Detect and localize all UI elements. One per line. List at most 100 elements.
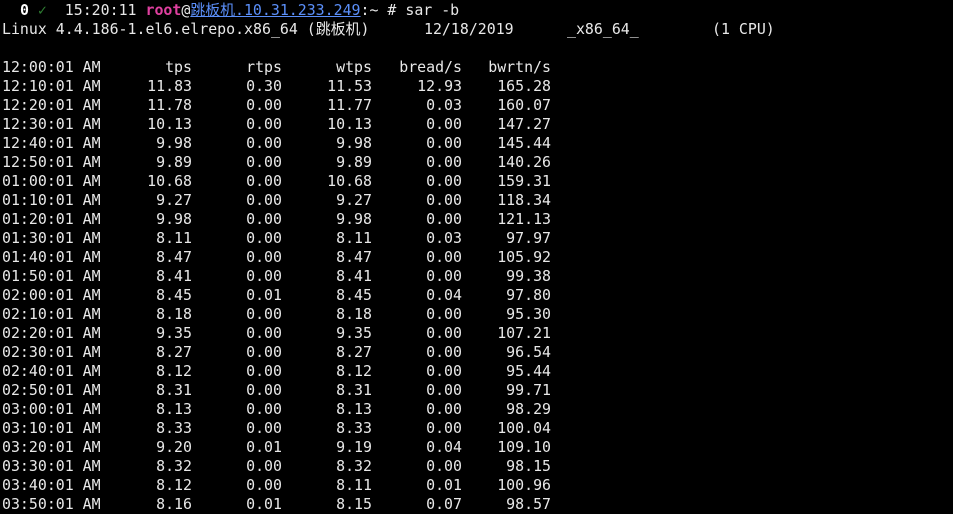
cell-bread: 0.03 (426, 96, 462, 114)
table-row: 12:40:01 AM 9.98 0.00 9.98 0.00 145.44 (2, 134, 953, 153)
cell-tps: 8.12 (156, 362, 192, 380)
cell-bwrtn: 99.38 (506, 267, 551, 285)
cell-wtps: 8.11 (336, 476, 372, 494)
cell-tps: 8.27 (156, 343, 192, 361)
cell-bwrtn: 98.29 (506, 400, 551, 418)
cell-rtps: 0.00 (246, 134, 282, 152)
cell-wtps: 8.47 (336, 248, 372, 266)
table-row: 02:30:01 AM 8.27 0.00 8.27 0.00 96.54 (2, 343, 953, 362)
cell-rtps: 0.00 (246, 305, 282, 323)
cell-rtps: 0.00 (246, 115, 282, 133)
cell-tps: 8.31 (156, 381, 192, 399)
cell-wtps: 10.68 (327, 172, 372, 190)
cell-time: 01:30:01 AM (2, 229, 101, 247)
cell-wtps: 10.13 (327, 115, 372, 133)
cell-tps: 9.35 (156, 324, 192, 342)
table-row: 12:20:01 AM 11.78 0.00 11.77 0.03 160.07 (2, 96, 953, 115)
cell-bwrtn: 121.13 (497, 210, 551, 228)
cell-tps: 11.83 (147, 77, 192, 95)
table-row: 02:50:01 AM 8.31 0.00 8.31 0.00 99.71 (2, 381, 953, 400)
cell-time: 02:40:01 AM (2, 362, 101, 380)
cell-bwrtn: 95.30 (506, 305, 551, 323)
cell-time: 12:50:01 AM (2, 153, 101, 171)
table-row: 12:10:01 AM 11.83 0.30 11.53 12.93 165.28 (2, 77, 953, 96)
cell-bread: 0.00 (426, 172, 462, 190)
cell-tps: 8.13 (156, 400, 192, 418)
cell-rtps: 0.00 (246, 96, 282, 114)
cell-rtps: 0.00 (246, 248, 282, 266)
prompt-user: root (145, 1, 182, 19)
table-row: 03:10:01 AM 8.33 0.00 8.33 0.00 100.04 (2, 419, 953, 438)
cell-bwrtn: 96.54 (506, 343, 551, 361)
cell-tps: 8.41 (156, 267, 192, 285)
cell-wtps: 11.77 (327, 96, 372, 114)
cell-rtps: 0.01 (246, 438, 282, 456)
cell-bread: 0.00 (426, 191, 462, 209)
cell-rtps: 0.00 (246, 343, 282, 361)
cell-bwrtn: 109.10 (497, 438, 551, 456)
cell-tps: 8.32 (156, 457, 192, 475)
header-bwrtn: bwrtn/s (488, 58, 551, 76)
cell-rtps: 0.00 (246, 457, 282, 475)
table-row: 01:50:01 AM 8.41 0.00 8.41 0.00 99.38 (2, 267, 953, 286)
cell-bwrtn: 147.27 (497, 115, 551, 133)
check-icon: ✓ (37, 1, 47, 19)
cell-time: 12:30:01 AM (2, 115, 101, 133)
cell-time: 03:10:01 AM (2, 419, 101, 437)
cell-tps: 11.78 (147, 96, 192, 114)
cell-wtps: 8.12 (336, 362, 372, 380)
system-info-line: Linux 4.4.186-1.el6.elrepo.x86_64 (跳板机) 1… (2, 20, 953, 39)
prompt-symbol: # (387, 1, 397, 19)
cell-bread: 0.00 (426, 343, 462, 361)
cell-bwrtn: 160.07 (497, 96, 551, 114)
cell-wtps: 9.98 (336, 210, 372, 228)
kernel-info: Linux 4.4.186-1.el6.elrepo.x86_64 (跳板机) (2, 20, 370, 38)
cell-time: 01:10:01 AM (2, 191, 101, 209)
cell-bread: 0.01 (426, 476, 462, 494)
cell-time: 03:30:01 AM (2, 457, 101, 475)
table-header: 12:00:01 AM tps rtps wtps bread/s bwrtn/s (2, 58, 953, 77)
cell-rtps: 0.00 (246, 153, 282, 171)
cell-bread: 0.00 (426, 324, 462, 342)
cell-time: 02:50:01 AM (2, 381, 101, 399)
cell-rtps: 0.00 (246, 381, 282, 399)
cell-bwrtn: 97.80 (506, 286, 551, 304)
cell-bread: 0.00 (426, 267, 462, 285)
terminal-window[interactable]: 0 ✓ 15:20:11 root@跳板机.10.31.233.249:~ # … (2, 1, 953, 513)
cell-tps: 8.45 (156, 286, 192, 304)
cell-time: 12:10:01 AM (2, 77, 101, 95)
cell-wtps: 9.27 (336, 191, 372, 209)
table-row: 12:50:01 AM 9.89 0.00 9.89 0.00 140.26 (2, 153, 953, 172)
cell-bwrtn: 98.15 (506, 457, 551, 475)
cell-bwrtn: 100.04 (497, 419, 551, 437)
cell-bread: 0.00 (426, 419, 462, 437)
cell-time: 01:20:01 AM (2, 210, 101, 228)
cell-time: 01:50:01 AM (2, 267, 101, 285)
cell-tps: 8.33 (156, 419, 192, 437)
cell-wtps: 8.32 (336, 457, 372, 475)
cell-time: 03:20:01 AM (2, 438, 101, 456)
cell-time: 01:40:01 AM (2, 248, 101, 266)
prompt-path: :~ (360, 1, 379, 19)
arch-info: _x86_64_ (567, 20, 639, 38)
cell-wtps: 8.27 (336, 343, 372, 361)
cell-time: 03:40:01 AM (2, 476, 101, 494)
cell-time: 02:20:01 AM (2, 324, 101, 342)
cell-bwrtn: 140.26 (497, 153, 551, 171)
prompt-at: @ (181, 1, 191, 19)
cell-wtps: 11.53 (327, 77, 372, 95)
table-row: 02:40:01 AM 8.12 0.00 8.12 0.00 95.44 (2, 362, 953, 381)
cell-wtps: 9.89 (336, 153, 372, 171)
cell-bread: 0.04 (426, 286, 462, 304)
cell-bwrtn: 145.44 (497, 134, 551, 152)
command-text: sar -b (405, 1, 460, 19)
cell-bwrtn: 105.92 (497, 248, 551, 266)
cell-wtps: 8.11 (336, 229, 372, 247)
cell-tps: 9.20 (156, 438, 192, 456)
cell-bwrtn: 165.28 (497, 77, 551, 95)
cell-rtps: 0.00 (246, 191, 282, 209)
table-row: 03:00:01 AM 8.13 0.00 8.13 0.00 98.29 (2, 400, 953, 419)
table-row: 02:00:01 AM 8.45 0.01 8.45 0.04 97.80 (2, 286, 953, 305)
header-bread: bread/s (399, 58, 462, 76)
table-row: 01:00:01 AM 10.68 0.00 10.68 0.00 159.31 (2, 172, 953, 191)
